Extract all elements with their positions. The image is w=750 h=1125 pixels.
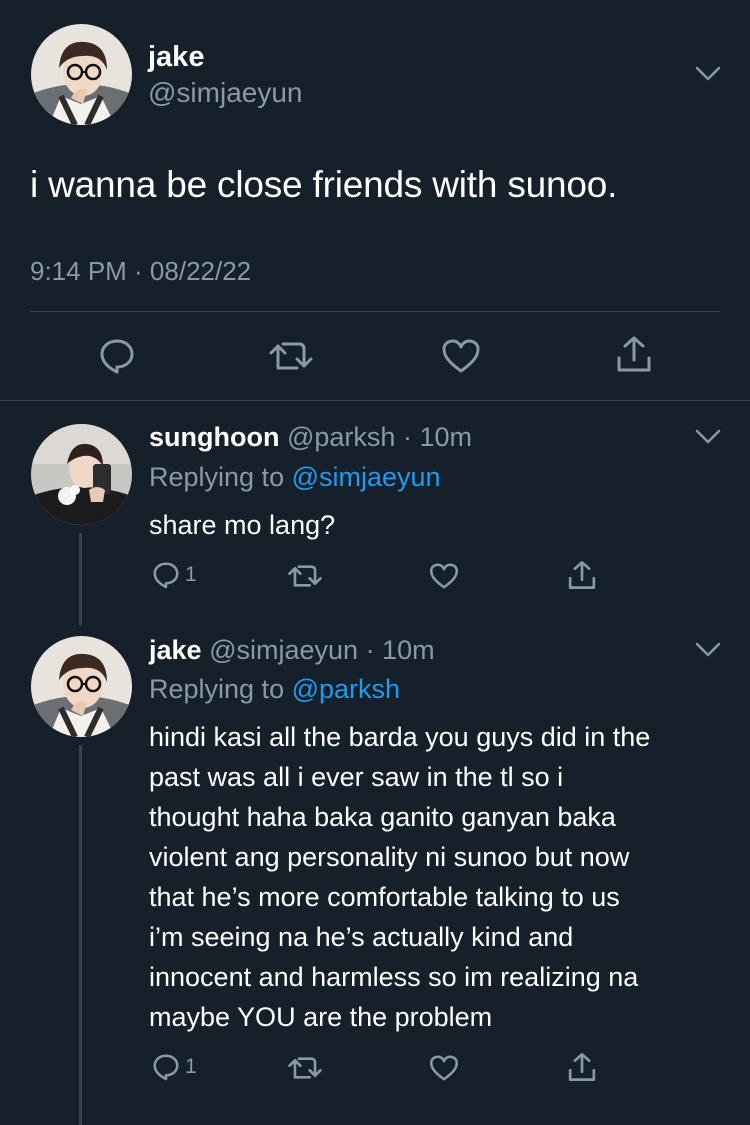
- reply-action[interactable]: 1: [151, 560, 197, 590]
- reply-icon[interactable]: [151, 1052, 181, 1082]
- reply-text-line: that he’s more comfortable talking to us: [149, 882, 620, 912]
- author-name[interactable]: jake: [148, 40, 204, 74]
- share-icon[interactable]: [567, 1051, 597, 1083]
- like-icon[interactable]: [441, 338, 481, 374]
- tweet-text: i wanna be close friends with sunoo.: [30, 164, 618, 205]
- retweet-icon[interactable]: [288, 1054, 322, 1082]
- chevron-down-icon[interactable]: [695, 429, 721, 445]
- reply-header: sunghoon @parksh · 10m: [149, 421, 472, 453]
- replying-to-mention[interactable]: @parksh: [292, 674, 400, 704]
- like-icon[interactable]: [429, 1054, 459, 1082]
- share-icon[interactable]: [567, 559, 597, 591]
- reply-time[interactable]: · 10m: [403, 422, 472, 452]
- retweet-icon[interactable]: [269, 338, 313, 374]
- reply-text-line: innocent and harmless so im realizing na: [149, 962, 639, 992]
- like-icon[interactable]: [429, 562, 459, 590]
- replying-to: Replying to @simjaeyun: [149, 461, 441, 493]
- reply-count: 1: [185, 1055, 197, 1078]
- chevron-down-icon[interactable]: [695, 66, 721, 82]
- author-handle[interactable]: @simjaeyun: [148, 76, 302, 110]
- replying-to-mention[interactable]: @simjaeyun: [292, 462, 441, 492]
- reply-count: 1: [185, 563, 197, 586]
- avatar-jake[interactable]: [31, 24, 132, 125]
- reply-text-line: violent ang personality ni sunoo but now: [149, 842, 630, 872]
- replying-to-label: Replying to: [149, 674, 285, 704]
- reply-text-line: hindi kasi all the barda you guys did in…: [149, 722, 651, 752]
- share-icon[interactable]: [615, 334, 653, 374]
- avatar-sunghoon[interactable]: [31, 424, 132, 525]
- tweet-timestamp[interactable]: 9:14 PM · 08/22/22: [30, 256, 251, 286]
- reply-icon[interactable]: [151, 560, 181, 590]
- author-handle[interactable]: @simjaeyun: [209, 635, 358, 665]
- reply-text: hindi kasi all the barda you guys did in…: [149, 717, 739, 1037]
- author-name[interactable]: sunghoon: [149, 422, 279, 452]
- replying-to: Replying to @parksh: [149, 673, 400, 705]
- thread-line: [79, 745, 82, 1125]
- reply-text-line: past was all i ever saw in the tl so i: [149, 762, 564, 792]
- reply-header: jake @simjaeyun · 10m: [149, 634, 435, 666]
- reply-text-line: i’m seeing na he’s actually kind and: [149, 922, 574, 952]
- reply-time[interactable]: · 10m: [366, 635, 435, 665]
- reply-text: share mo lang?: [149, 510, 336, 540]
- reply-action[interactable]: 1: [151, 1052, 197, 1082]
- reply-text-line: thought haha baka ganito ganyan baka: [149, 802, 616, 832]
- divider: [0, 400, 750, 401]
- retweet-icon[interactable]: [288, 562, 322, 590]
- author-name[interactable]: jake: [149, 635, 202, 665]
- reply-text-line: maybe YOU are the problem: [149, 1002, 493, 1032]
- replying-to-label: Replying to: [149, 462, 285, 492]
- thread-line: [79, 533, 82, 625]
- author-handle[interactable]: @parksh: [287, 422, 395, 452]
- chevron-down-icon[interactable]: [695, 642, 721, 658]
- avatar-jake[interactable]: [31, 636, 132, 737]
- reply-icon[interactable]: [97, 336, 137, 376]
- divider: [30, 311, 720, 312]
